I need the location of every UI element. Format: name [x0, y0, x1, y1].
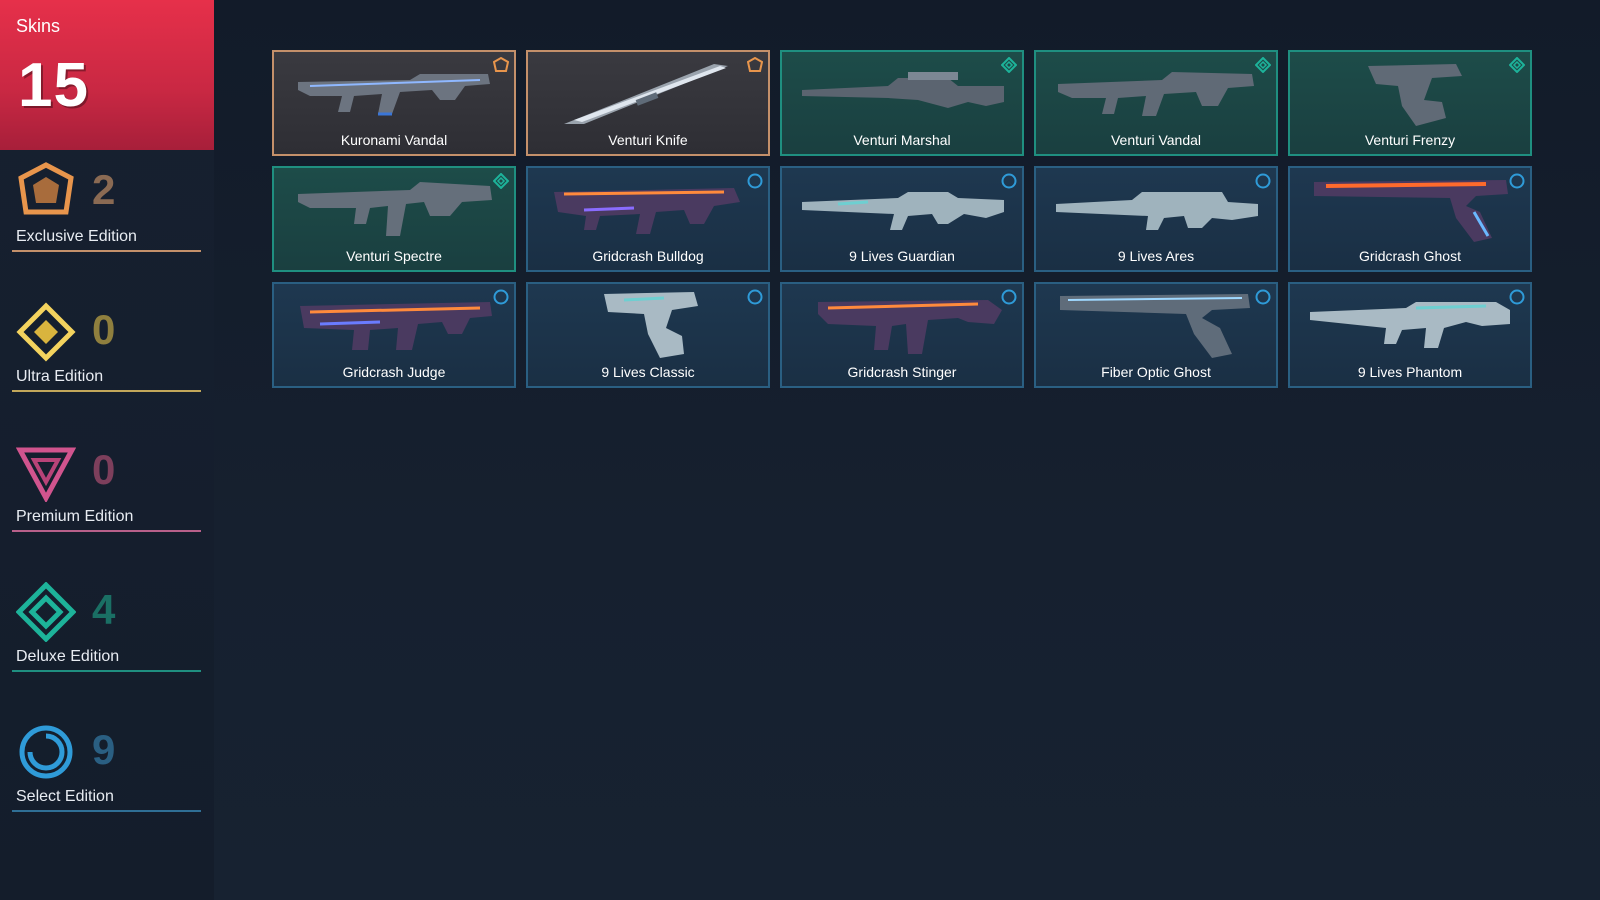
select-edition-icon: [747, 173, 763, 189]
weapon-lmg-icon: [1056, 192, 1258, 230]
tier-underline: [12, 670, 201, 672]
sidebar: Skins 15 2 Exclusive Edition 0 Ultra Edi…: [0, 0, 214, 900]
ultra-edition-icon: [16, 302, 76, 362]
select-edition-icon: [1255, 289, 1271, 305]
select-edition-icon: [1509, 289, 1525, 305]
tier-select[interactable]: 9 Select Edition: [12, 722, 201, 814]
exclusive-edition-icon: [747, 57, 763, 72]
tier-label: Exclusive Edition: [16, 228, 137, 245]
weapon-rifle-icon: [1058, 72, 1254, 116]
skin-name: 9 Lives Ares: [1117, 248, 1195, 264]
skin-name: Venturi Spectre: [346, 248, 442, 264]
deluxe-edition-icon: [1509, 57, 1525, 73]
skin-name: Gridcrash Bulldog: [592, 248, 704, 264]
deluxe-edition-icon: [1001, 57, 1017, 73]
weapon-sniper-icon: [802, 72, 1004, 108]
skin-card-gridcrash-judge[interactable]: Gridcrash Judge: [272, 282, 516, 388]
tier-premium[interactable]: 0 Premium Edition: [12, 442, 201, 534]
tier-underline: [12, 810, 201, 812]
select-edition-icon: [19, 725, 73, 779]
skin-card-venturi-knife[interactable]: Venturi Knife: [526, 50, 770, 156]
weapon-pistol-icon: [604, 292, 698, 358]
skin-card-9-lives-guardian[interactable]: 9 Lives Guardian: [780, 166, 1024, 272]
skin-name: Fiber Optic Ghost: [1101, 364, 1211, 380]
skin-card-fiber-optic-ghost[interactable]: Fiber Optic Ghost: [1034, 282, 1278, 388]
skin-card-9-lives-ares[interactable]: 9 Lives Ares: [1034, 166, 1278, 272]
skin-card-gridcrash-stinger[interactable]: Gridcrash Stinger: [780, 282, 1024, 388]
exclusive-edition-icon: [493, 57, 509, 72]
tier-label: Premium Edition: [16, 508, 134, 525]
weapon-rifle-icon: [298, 74, 490, 116]
select-edition-icon: [1001, 173, 1017, 189]
skins-collection-screen: Skins 15 2 Exclusive Edition 0 Ultra Edi…: [0, 0, 1600, 900]
tier-underline: [12, 390, 201, 392]
weapon-smg-icon: [298, 182, 492, 236]
deluxe-edition-icon: [16, 582, 76, 642]
tier-label: Select Edition: [16, 788, 114, 805]
skin-name: Kuronami Vandal: [340, 132, 448, 148]
skin-card-9-lives-phantom[interactable]: 9 Lives Phantom: [1288, 282, 1532, 388]
select-edition-icon: [1255, 173, 1271, 189]
tier-underline: [12, 530, 201, 532]
tier-label: Deluxe Edition: [16, 648, 120, 665]
skin-name: 9 Lives Classic: [601, 364, 695, 380]
tier-count: 0: [92, 446, 116, 493]
deluxe-edition-icon: [1255, 57, 1271, 73]
deluxe-edition-icon: [493, 173, 509, 189]
skin-card-gridcrash-ghost[interactable]: Gridcrash Ghost: [1288, 166, 1532, 272]
skin-name: Venturi Vandal: [1110, 132, 1202, 148]
select-edition-icon: [493, 289, 509, 305]
skin-name: Gridcrash Judge: [342, 364, 446, 380]
skin-card-venturi-spectre[interactable]: Venturi Spectre: [272, 166, 516, 272]
skins-total-panel: Skins 15: [0, 0, 214, 150]
skins-total-count: 15: [18, 51, 89, 120]
skin-card-venturi-vandal[interactable]: Venturi Vandal: [1034, 50, 1278, 156]
tier-label: Ultra Edition: [16, 368, 104, 385]
select-edition-icon: [1509, 173, 1525, 189]
tier-underline: [12, 250, 201, 252]
tier-ultra[interactable]: 0 Ultra Edition: [12, 302, 201, 394]
skin-card-venturi-marshal[interactable]: Venturi Marshal: [780, 50, 1024, 156]
skins-label: Skins: [16, 16, 61, 36]
skin-name: Gridcrash Stinger: [847, 364, 957, 380]
skin-card-gridcrash-bulldog[interactable]: Gridcrash Bulldog: [526, 166, 770, 272]
skin-name: Venturi Marshal: [853, 132, 951, 148]
weapon-shotgun-icon: [300, 302, 492, 350]
skin-name: 9 Lives Phantom: [1357, 364, 1463, 380]
weapon-smg-icon: [818, 300, 1002, 354]
tier-deluxe[interactable]: 4 Deluxe Edition: [12, 582, 201, 674]
weapon-rifle-icon: [554, 188, 740, 234]
knife-icon: [564, 64, 728, 124]
select-edition-icon: [1001, 289, 1017, 305]
tier-count: 0: [92, 306, 116, 353]
weapon-rifle-icon: [1310, 302, 1510, 348]
weapon-pistol-icon: [1368, 64, 1462, 126]
select-edition-icon: [747, 289, 763, 305]
weapon-pistol-icon: [1314, 180, 1508, 242]
tier-count: 9: [92, 726, 116, 773]
skin-name: 9 Lives Guardian: [849, 248, 955, 264]
skin-card-9-lives-classic[interactable]: 9 Lives Classic: [526, 282, 770, 388]
premium-edition-icon: [16, 447, 76, 502]
tier-count: 4: [92, 586, 116, 633]
skin-card-venturi-frenzy[interactable]: Venturi Frenzy: [1288, 50, 1532, 156]
skin-name: Venturi Knife: [608, 132, 688, 148]
exclusive-edition-icon: [18, 162, 74, 215]
skin-name: Venturi Frenzy: [1364, 132, 1456, 148]
tier-count: 2: [92, 166, 116, 213]
weapon-rifle-icon: [802, 192, 1004, 230]
tier-exclusive[interactable]: 2 Exclusive Edition: [12, 162, 201, 254]
skin-card-kuronami-vandal[interactable]: Kuronami Vandal: [272, 50, 516, 156]
weapon-pistol-icon: [1060, 294, 1250, 358]
skin-name: Gridcrash Ghost: [1359, 248, 1461, 264]
